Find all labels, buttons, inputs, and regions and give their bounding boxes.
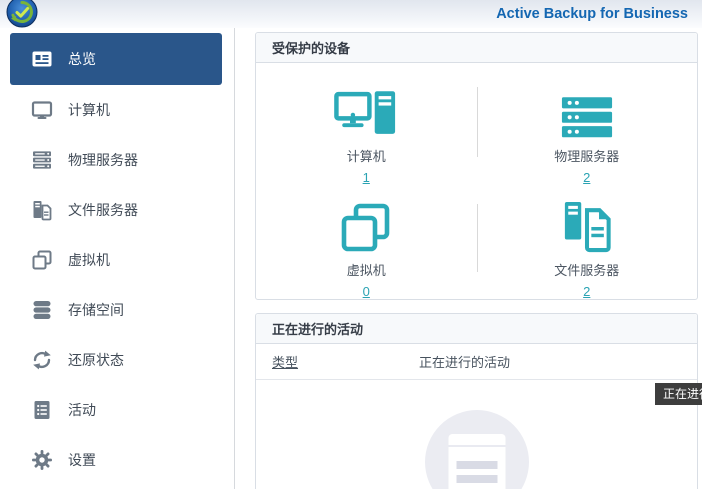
device-count-link[interactable]: 1 <box>363 170 370 185</box>
sidebar-item-label: 存储空间 <box>68 300 124 320</box>
restore-status-icon <box>30 348 54 372</box>
protected-devices-card: 受保护的设备 计算机 1 <box>255 32 698 300</box>
activities-table-header: 类型 正在进行的活动 <box>256 344 697 380</box>
sidebar-item-label: 文件服务器 <box>68 200 138 220</box>
device-count-link[interactable]: 2 <box>583 284 590 299</box>
empty-document-icon <box>448 434 505 489</box>
active-backup-logo-icon <box>6 0 38 28</box>
device-card-computers: 计算机 1 <box>256 63 477 186</box>
device-count-link[interactable]: 0 <box>363 284 370 299</box>
computer-icon <box>30 98 54 122</box>
column-header-type[interactable]: 类型 <box>272 352 419 371</box>
column-header-ongoing[interactable]: 正在进行的活动 <box>419 352 510 371</box>
settings-gear-icon <box>30 448 54 472</box>
sidebar-item-label: 物理服务器 <box>68 150 138 170</box>
device-label: 虚拟机 <box>347 260 386 279</box>
storage-icon <box>30 298 54 322</box>
overview-icon <box>30 47 54 71</box>
file-server-icon <box>30 198 54 222</box>
sidebar-item-computers[interactable]: 计算机 <box>10 85 222 135</box>
device-label: 计算机 <box>347 146 386 165</box>
sidebar-item-label: 活动 <box>68 400 96 420</box>
protected-devices-title: 受保护的设备 <box>256 33 697 63</box>
sidebar-item-storage[interactable]: 存储空间 <box>10 285 222 335</box>
sidebar-item-label: 虚拟机 <box>68 250 110 270</box>
activities-table-body <box>256 380 697 489</box>
sidebar-item-virtual-machines[interactable]: 虚拟机 <box>10 235 222 285</box>
column-divider <box>477 87 478 157</box>
sidebar-item-label: 计算机 <box>68 100 110 120</box>
column-divider <box>477 204 478 272</box>
file-server-device-icon <box>562 201 612 253</box>
device-label: 物理服务器 <box>554 146 619 165</box>
device-card-physical-servers: 物理服务器 2 <box>477 63 698 186</box>
empty-state-illustration <box>425 410 529 489</box>
sidebar-item-label: 设置 <box>68 450 96 470</box>
virtual-machine-icon <box>30 248 54 272</box>
sidebar-item-overview[interactable]: 总览 <box>10 33 222 85</box>
sidebar-item-label: 总览 <box>68 49 96 69</box>
device-label: 文件服务器 <box>554 260 619 279</box>
sidebar-item-file-servers[interactable]: 文件服务器 <box>10 185 222 235</box>
activity-log-icon <box>30 398 54 422</box>
active-backup-window: Active Backup for Business 总览 <box>0 0 702 489</box>
sidebar-item-physical-servers[interactable]: 物理服务器 <box>10 135 222 185</box>
ongoing-activities-title: 正在进行的活动 <box>256 314 697 344</box>
physical-server-device-icon <box>560 87 614 139</box>
sidebar-item-restore-status[interactable]: 还原状态 <box>10 335 222 385</box>
sidebar-item-settings[interactable]: 设置 <box>10 435 222 485</box>
ongoing-activities-card: 正在进行的活动 类型 正在进行的活动 <box>255 313 698 489</box>
sidebar-item-label: 还原状态 <box>68 350 124 370</box>
column-header-tooltip: 正在进行的活动 <box>655 383 702 405</box>
app-title: Active Backup for Business <box>496 0 688 28</box>
device-card-file-servers: 文件服务器 2 <box>477 186 698 300</box>
computer-device-icon <box>334 87 398 139</box>
device-count-link[interactable]: 2 <box>583 170 590 185</box>
virtual-machine-device-icon <box>341 201 391 253</box>
device-card-virtual-machines: 虚拟机 0 <box>256 186 477 300</box>
sidebar-item-activities[interactable]: 活动 <box>10 385 222 435</box>
physical-server-icon <box>30 148 54 172</box>
top-bar: Active Backup for Business <box>0 0 702 28</box>
sidebar: 总览 计算机 <box>0 28 235 489</box>
